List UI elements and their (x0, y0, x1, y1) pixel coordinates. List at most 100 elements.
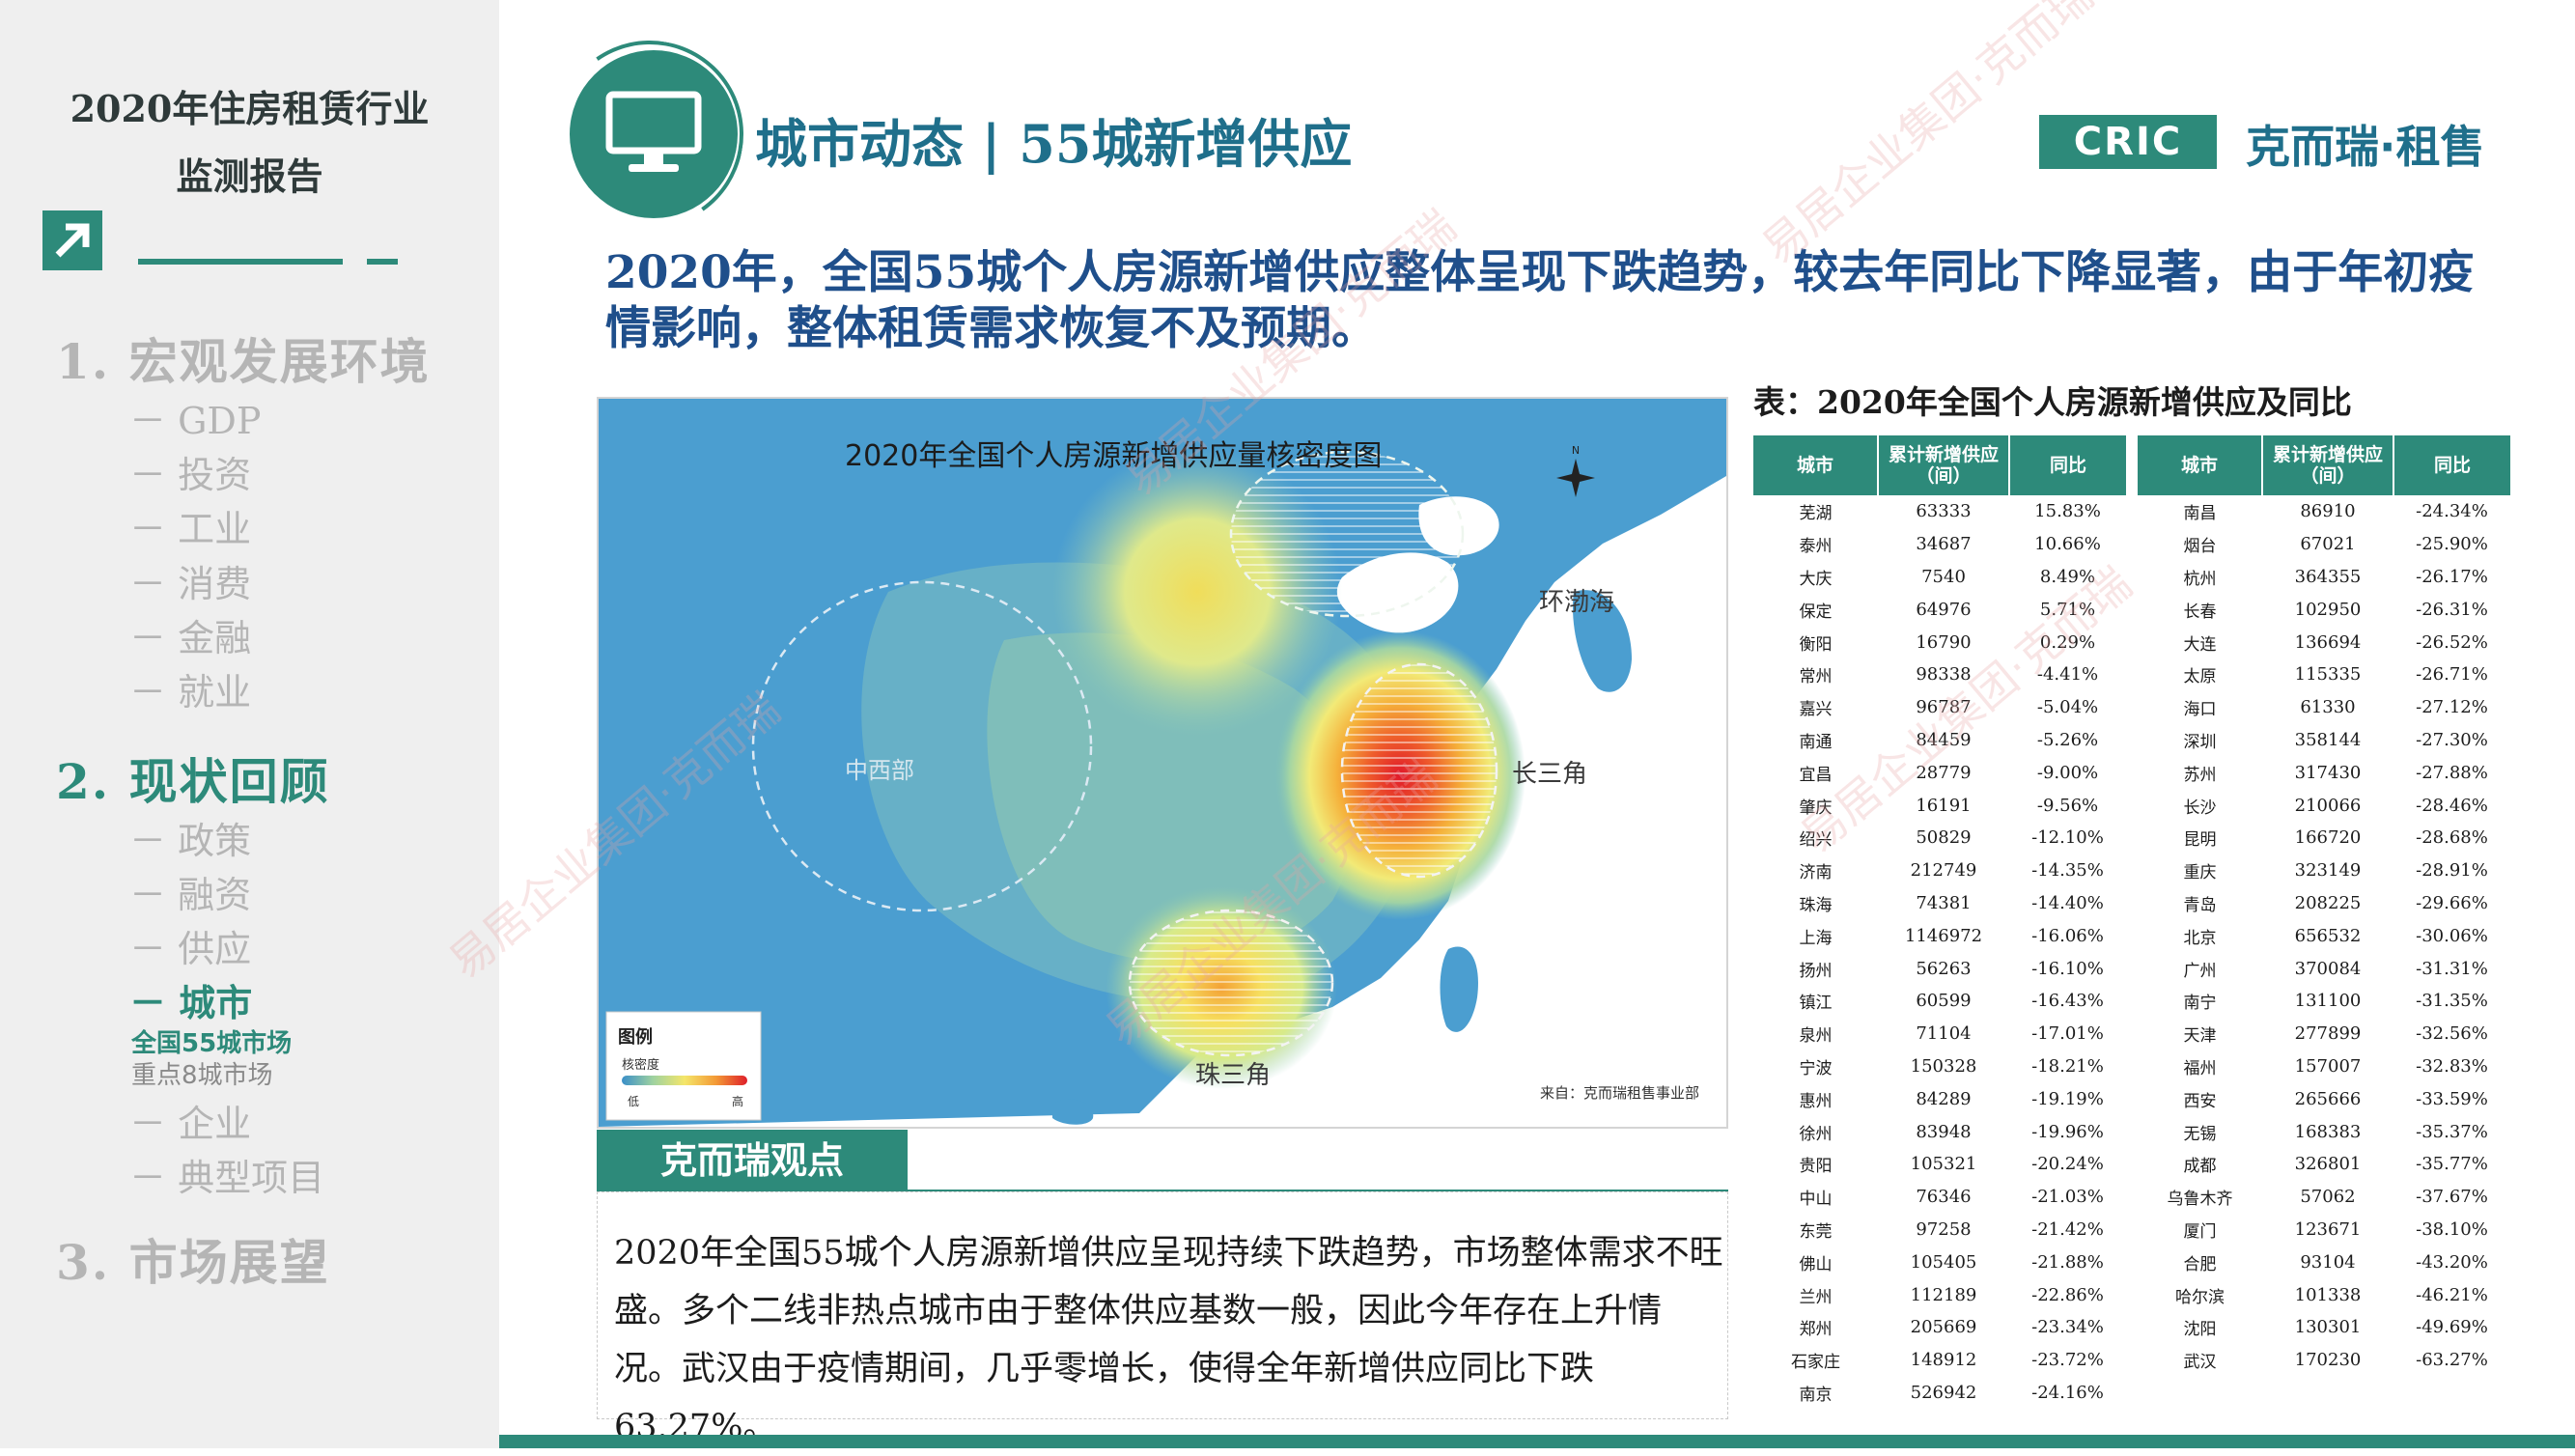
table-row: 徐州 83948 -19.96% (1753, 1115, 2126, 1148)
cell-city: 常州 (1799, 667, 1833, 687)
cell-yoy: -16.06% (2031, 925, 2104, 946)
monitor-icon (605, 91, 702, 172)
cell-yoy: -21.03% (2031, 1187, 2104, 1208)
nav-item-gdp[interactable]: － GDP (129, 391, 261, 444)
region-label-yangtze: 长三角 (1512, 760, 1588, 789)
nav-item-industry[interactable]: － 工业 (129, 499, 251, 552)
table-row: 烟台 67021 -25.90% (2138, 528, 2510, 561)
cell-supply: 326801 (2294, 1154, 2362, 1175)
table-row: 无锡 168383 -35.37% (2138, 1115, 2510, 1148)
cell-city: 天津 (2183, 1026, 2217, 1047)
nav-subitem-55-cities[interactable]: 全国55城市场 (131, 1023, 292, 1059)
table-row: 兰州 112189 -22.86% (1753, 1278, 2126, 1311)
cell-yoy: -33.59% (2416, 1088, 2488, 1109)
col-header-yoy: 同比 (2008, 435, 2126, 495)
cell-supply: 76346 (1916, 1187, 1972, 1208)
table-row: 东莞 97258 -21.42% (1753, 1214, 2126, 1246)
arrow-up-right-icon (42, 210, 102, 270)
cell-supply: 115335 (2294, 664, 2362, 686)
cell-supply: 101338 (2294, 1284, 2362, 1305)
col-header-city: 城市 (1753, 435, 1878, 495)
cell-city: 杭州 (2183, 569, 2217, 589)
nav-section-review[interactable]: 2. 现状回顾 (56, 743, 330, 813)
cell-city: 广州 (2183, 961, 2217, 981)
cell-supply: 210066 (2294, 795, 2362, 816)
map-title: 2020年全国个人房源新增供应量核密度图 (845, 439, 1383, 473)
cell-yoy: -27.30% (2416, 729, 2488, 750)
cell-supply: 56263 (1916, 958, 1972, 979)
cell-yoy: -9.56% (2036, 795, 2099, 816)
nav-item-city[interactable]: － 城市 (129, 973, 252, 1026)
cell-yoy: -21.42% (2031, 1218, 2104, 1240)
nav-subitem-8-cities[interactable]: 重点8城市场 (131, 1055, 273, 1091)
cell-yoy: -35.37% (2416, 1121, 2488, 1142)
cell-supply: 131100 (2294, 991, 2362, 1012)
cell-city: 泰州 (1799, 537, 1833, 557)
table-row: 泰州 34687 10.66% (1753, 528, 2126, 561)
cell-supply: 67021 (2300, 534, 2356, 555)
nav-item-financing[interactable]: － 融资 (129, 865, 251, 918)
table-row: 惠州 84289 -19.19% (1753, 1082, 2126, 1115)
cell-city: 乌鲁木齐 (2167, 1190, 2233, 1210)
legend-title: 图例 (618, 1027, 653, 1048)
nav-item-employment[interactable]: － 就业 (129, 662, 251, 715)
cell-yoy: -26.52% (2416, 631, 2488, 653)
col-header-city: 城市 (2138, 435, 2262, 495)
cell-yoy: -14.40% (2031, 892, 2104, 913)
table-row: 宁波 150328 -18.21% (1753, 1050, 2126, 1083)
nav-item-enterprise[interactable]: － 企业 (129, 1094, 251, 1147)
cell-yoy: 15.83% (2034, 501, 2101, 522)
cell-yoy: 10.66% (2034, 534, 2101, 555)
compass-north-label: N (1572, 444, 1580, 457)
cell-supply: 170230 (2294, 1350, 2362, 1371)
cell-city: 海口 (2183, 700, 2217, 720)
opinion-text: 2020年全国55城个人房源新增供应呈现持续下跌趋势，市场整体需求不旺盛。多个二… (614, 1234, 1723, 1446)
nav-section-outlook[interactable]: 3. 市场展望 (56, 1224, 330, 1294)
cell-yoy: -12.10% (2031, 827, 2104, 849)
cell-supply: 71104 (1916, 1023, 1972, 1045)
cell-supply: 277899 (2294, 1023, 2362, 1045)
cell-city: 泉州 (1799, 1026, 1833, 1047)
cell-supply: 208225 (2294, 892, 2362, 913)
cell-yoy: -14.35% (2031, 860, 2104, 882)
cell-yoy: -32.56% (2416, 1023, 2488, 1045)
cell-yoy: -26.71% (2416, 664, 2488, 686)
cell-city: 镇江 (1799, 994, 1833, 1014)
report-title: 2020年住房租赁行业 (70, 87, 430, 130)
cell-yoy: -5.26% (2036, 729, 2099, 750)
cell-supply: 93104 (2300, 1251, 2356, 1273)
nav-item-consumption[interactable]: － 消费 (129, 554, 251, 607)
cell-supply: 150328 (1910, 1055, 1977, 1077)
nav-item-supply[interactable]: － 供应 (129, 919, 251, 972)
region-label-central-west: 中西部 (845, 757, 914, 784)
table-row: 苏州 317430 -27.88% (2138, 756, 2510, 789)
nav-item-policy[interactable]: － 政策 (129, 811, 251, 864)
cell-city: 中山 (1799, 1190, 1833, 1210)
cell-supply: 526942 (1910, 1382, 1977, 1403)
table-row: 上海 1146972 -16.06% (1753, 919, 2126, 952)
nav-item-finance[interactable]: － 金融 (129, 608, 251, 661)
cell-city: 上海 (1799, 928, 1833, 948)
cell-yoy: -32.83% (2416, 1055, 2488, 1077)
cell-yoy: -20.24% (2031, 1154, 2104, 1175)
cell-city: 昆明 (2183, 830, 2217, 851)
cell-city: 宁波 (1799, 1058, 1833, 1078)
cell-city: 武汉 (2183, 1353, 2217, 1373)
cell-yoy: -43.20% (2416, 1251, 2488, 1273)
nav-item-investment[interactable]: － 投资 (129, 445, 251, 498)
nav-item-projects[interactable]: － 典型项目 (129, 1148, 324, 1201)
cell-yoy: -21.88% (2031, 1251, 2104, 1273)
cell-city: 郑州 (1799, 1320, 1833, 1340)
cell-supply: 61330 (2300, 697, 2356, 718)
nav-section-macro[interactable]: 1. 宏观发展环境 (56, 323, 431, 393)
cell-city: 厦门 (2183, 1221, 2217, 1242)
cell-yoy: -24.16% (2031, 1382, 2104, 1403)
table-row: 昆明 166720 -28.68% (2138, 822, 2510, 854)
cell-city: 衡阳 (1799, 634, 1833, 655)
cell-city: 烟台 (2183, 537, 2217, 557)
legend-high-label: 高 (732, 1095, 744, 1108)
cell-yoy: -29.66% (2416, 892, 2488, 913)
table-row: 中山 76346 -21.03% (1753, 1181, 2126, 1214)
cell-yoy: -35.77% (2416, 1154, 2488, 1175)
cell-yoy: -30.06% (2416, 925, 2488, 946)
